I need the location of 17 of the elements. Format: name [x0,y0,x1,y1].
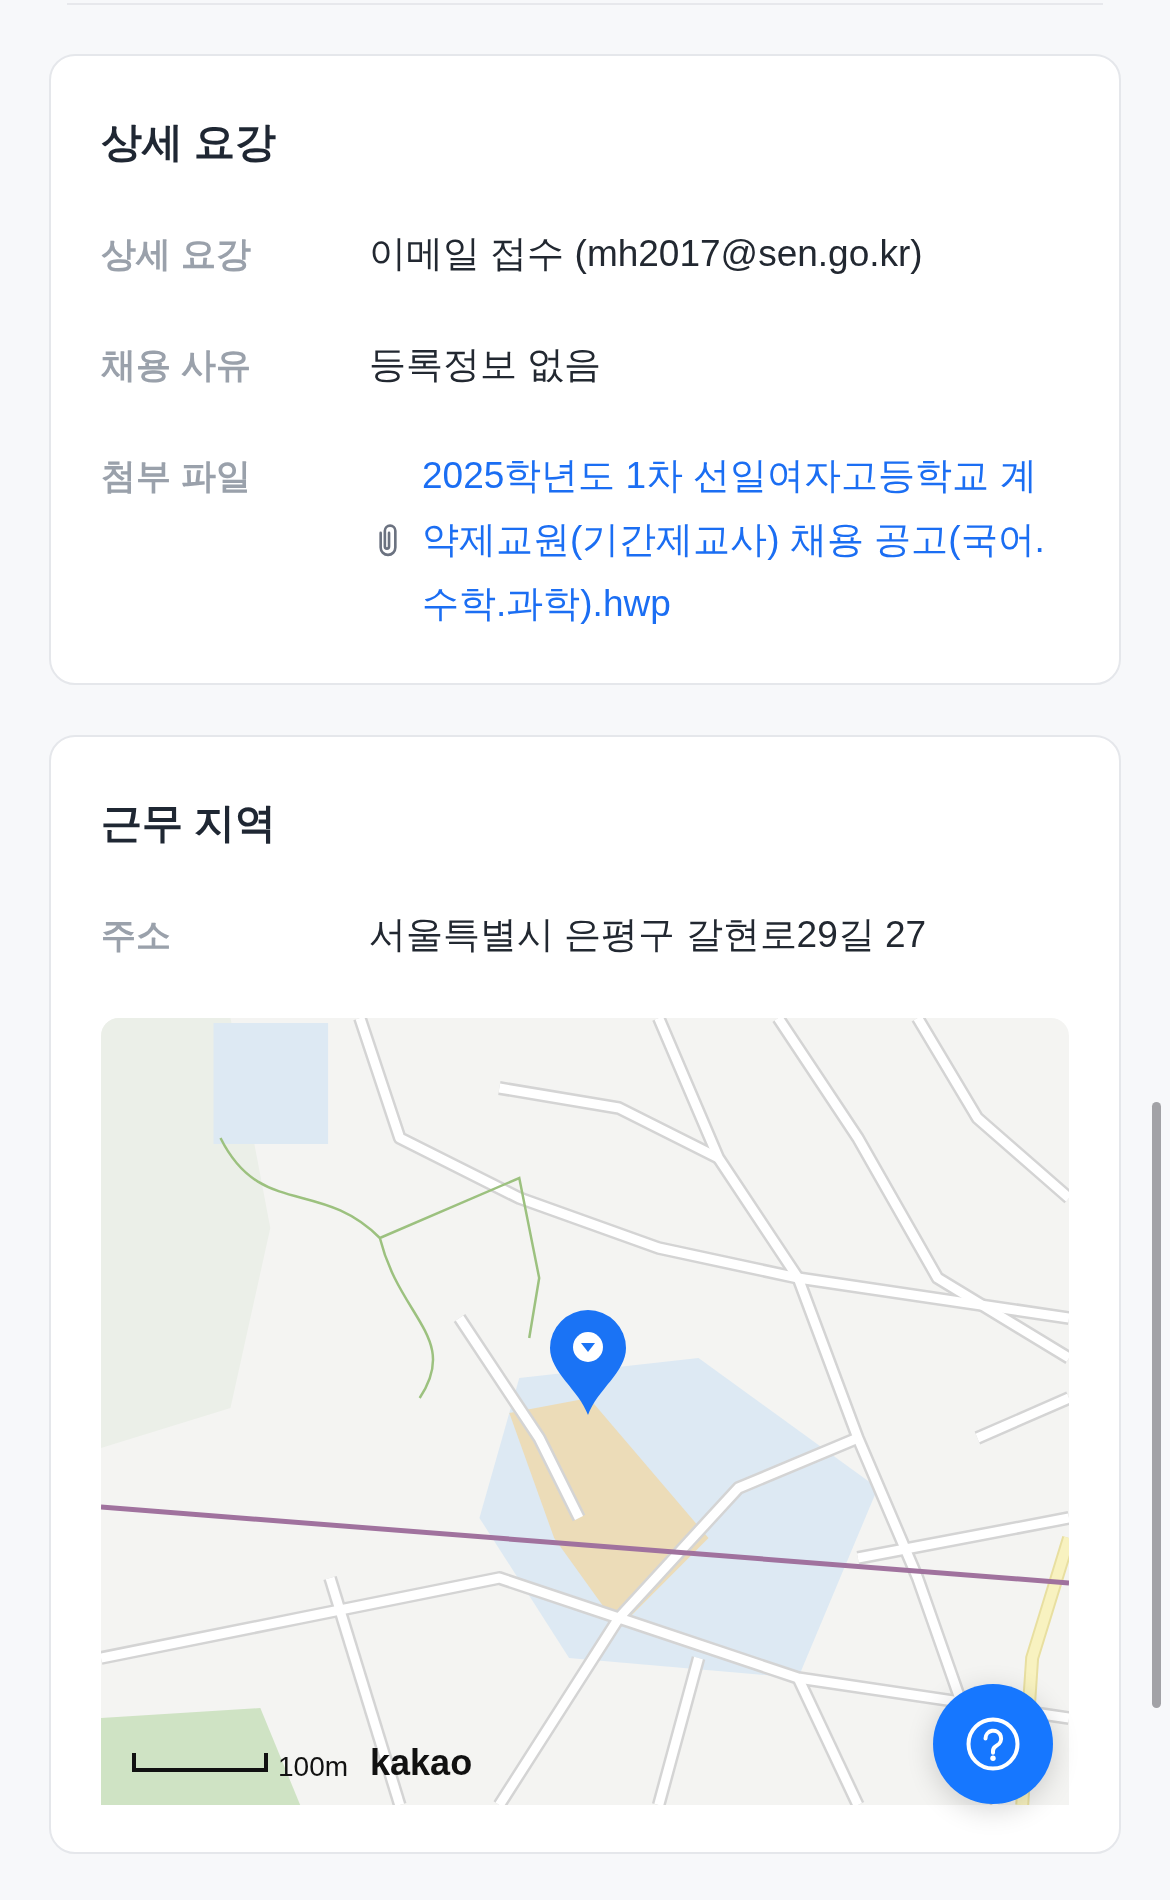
field-label: 주소 [101,914,171,956]
field-value: 등록정보 없음 [369,343,602,387]
field-value: 이메일 접수 (mh2017@sen.go.kr) [369,232,923,276]
field-label: 첨부 파일 [101,455,251,497]
scale-bar-icon [132,1753,268,1773]
field-label: 상세 요강 [101,233,251,275]
help-icon [966,1717,1020,1771]
section-title: 근무 지역 [101,799,277,848]
map-scale-label: 100m [278,1751,349,1783]
field-label: 채용 사유 [101,344,251,386]
section-title: 상세 요강 [101,118,277,167]
map-logo: kakao [370,1743,473,1783]
field-value: 서울특별시 은평구 갈현로29길 27 [369,913,927,957]
paperclip-icon [377,523,399,557]
map-pin-icon [549,1310,627,1416]
attachment-link[interactable]: 2025학년도 1차 선일여자고등학교 계약제교원(기간제교사) 채용 공고(국어.수학.과학).hwp [422,444,1052,636]
scrollbar-thumb[interactable] [1152,1102,1161,1708]
